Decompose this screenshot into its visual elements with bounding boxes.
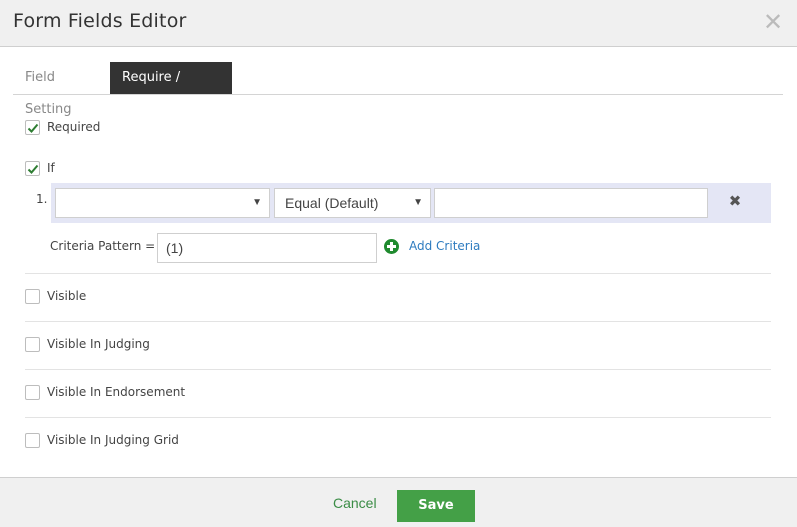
operator-select[interactable]: Equal (Default) ▼ (274, 188, 431, 218)
chevron-down-icon: ▼ (252, 197, 262, 208)
required-checkbox[interactable] (25, 120, 40, 135)
dialog-title: Form Fields Editor (13, 10, 187, 32)
visible-in-endorsement-label: Visible In Endorsement (47, 385, 186, 399)
criteria-pattern-input[interactable]: (1) (157, 233, 377, 263)
operator-select-value: Equal (Default) (285, 195, 379, 211)
form-fields-editor-dialog: Form Fields Editor ✕ Field Setting Requi… (0, 0, 797, 527)
required-label: Required (47, 120, 101, 134)
dialog-header: Form Fields Editor ✕ (0, 0, 797, 47)
if-label: If (47, 161, 55, 175)
checkmark-icon (27, 123, 39, 133)
save-button[interactable]: Save (397, 490, 475, 522)
visible-in-judging-grid-label: Visible In Judging Grid (47, 433, 179, 447)
visible-label: Visible (47, 289, 87, 303)
visible-in-judging-grid-checkbox[interactable] (25, 433, 40, 448)
divider (25, 273, 771, 274)
divider (25, 369, 771, 370)
add-criteria-link[interactable]: Add Criteria (409, 239, 480, 253)
visible-in-judging-label: Visible In Judging (47, 337, 150, 351)
tab-field-setting[interactable]: Field Setting (13, 62, 110, 117)
field-select[interactable]: ▼ (55, 188, 270, 218)
cancel-button[interactable]: Cancel (333, 495, 377, 511)
chevron-down-icon: ▼ (413, 197, 423, 208)
close-icon[interactable]: ✕ (763, 11, 783, 35)
divider (25, 417, 771, 418)
tab-require-visible[interactable]: Require / Visible (110, 62, 232, 117)
divider (25, 321, 771, 322)
dialog-footer: Cancel Save (0, 477, 797, 527)
checkmark-icon (27, 164, 39, 174)
criteria-value-input[interactable] (434, 188, 708, 218)
plus-circle-icon[interactable] (384, 239, 399, 254)
visible-in-judging-checkbox[interactable] (25, 337, 40, 352)
criteria-pattern-label: Criteria Pattern = (50, 239, 156, 253)
criteria-index: 1. (36, 192, 48, 206)
remove-icon[interactable]: ✖ (728, 192, 742, 210)
tab-bar: Field Setting Require / Visible (13, 62, 783, 117)
visible-in-endorsement-checkbox[interactable] (25, 385, 40, 400)
if-checkbox[interactable] (25, 161, 40, 176)
visible-checkbox[interactable] (25, 289, 40, 304)
